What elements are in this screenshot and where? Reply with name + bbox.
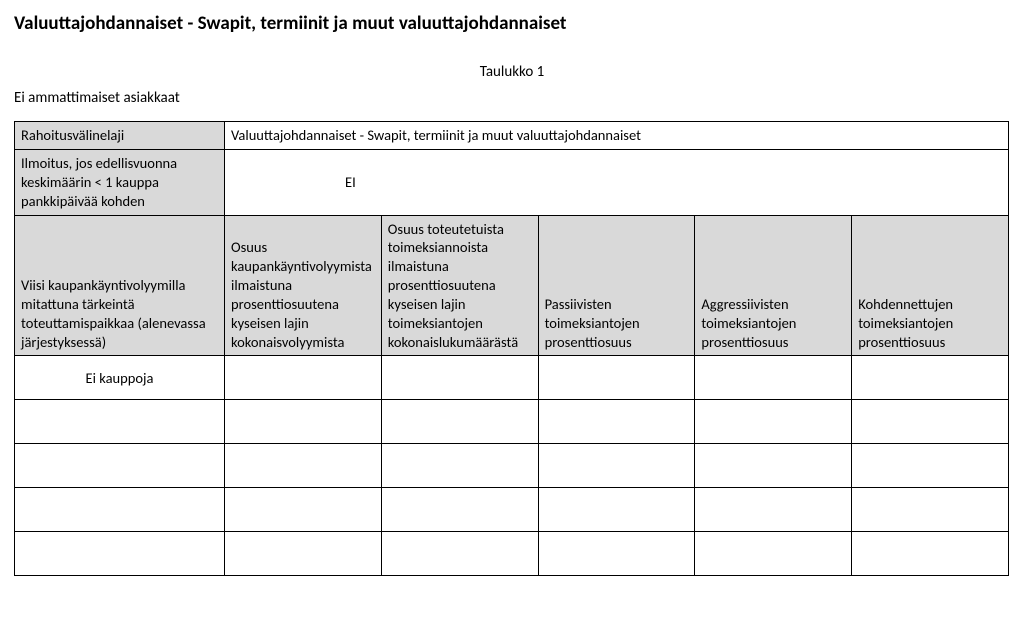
cell [15,444,225,488]
cell: Ei kauppoja [15,356,225,400]
cell [695,400,852,444]
cell [15,488,225,532]
subtitle: Ei ammattimaiset asiakkaat [14,89,1010,107]
cell [852,532,1009,576]
info-row: Rahoitusvälinelaji Valuuttajohdannaiset … [15,122,1009,150]
cell [538,400,695,444]
cell [695,444,852,488]
info-label: Rahoitusvälinelaji [15,122,225,150]
main-table: Rahoitusvälinelaji Valuuttajohdannaiset … [14,121,1009,576]
table-row [15,444,1009,488]
cell [381,400,538,444]
cell [852,488,1009,532]
column-header: Viisi kaupankäyntivolyymilla mitattuna t… [15,215,225,356]
cell [225,444,382,488]
cell [381,488,538,532]
column-header: Kohdennettujen toimeksiantojen prosentti… [852,215,1009,356]
table-label: Taulukko 1 [14,63,1010,81]
cell [695,356,852,400]
table-row [15,488,1009,532]
info-label: Ilmoitus, jos edellisvuonna keskimäärin … [15,150,225,216]
cell [538,488,695,532]
column-header: Passiivisten toimeksiantojen prosenttios… [538,215,695,356]
cell [225,400,382,444]
column-header: Osuus kaupankäyntivolyymista ilmaistuna … [225,215,382,356]
cell [695,488,852,532]
column-header-row: Viisi kaupankäyntivolyymilla mitattuna t… [15,215,1009,356]
page-title: Valuuttajohdannaiset - Swapit, termiinit… [14,12,1010,35]
cell [852,444,1009,488]
cell [381,532,538,576]
table-row: Ei kauppoja [15,356,1009,400]
cell [695,532,852,576]
cell [538,444,695,488]
info-value: Valuuttajohdannaiset - Swapit, termiinit… [225,122,1009,150]
column-header: Osuus toteutetuista toimeksiannoista ilm… [381,215,538,356]
cell [225,488,382,532]
column-header: Aggressiivisten toimeksiantojen prosentt… [695,215,852,356]
cell [225,532,382,576]
cell [15,400,225,444]
cell [15,532,225,576]
cell [381,356,538,400]
info-value: EI [225,150,1009,216]
cell [381,444,538,488]
table-row [15,532,1009,576]
info-row: Ilmoitus, jos edellisvuonna keskimäärin … [15,150,1009,216]
cell [225,356,382,400]
table-row [15,400,1009,444]
cell [538,356,695,400]
cell [852,400,1009,444]
cell [852,356,1009,400]
cell [538,532,695,576]
